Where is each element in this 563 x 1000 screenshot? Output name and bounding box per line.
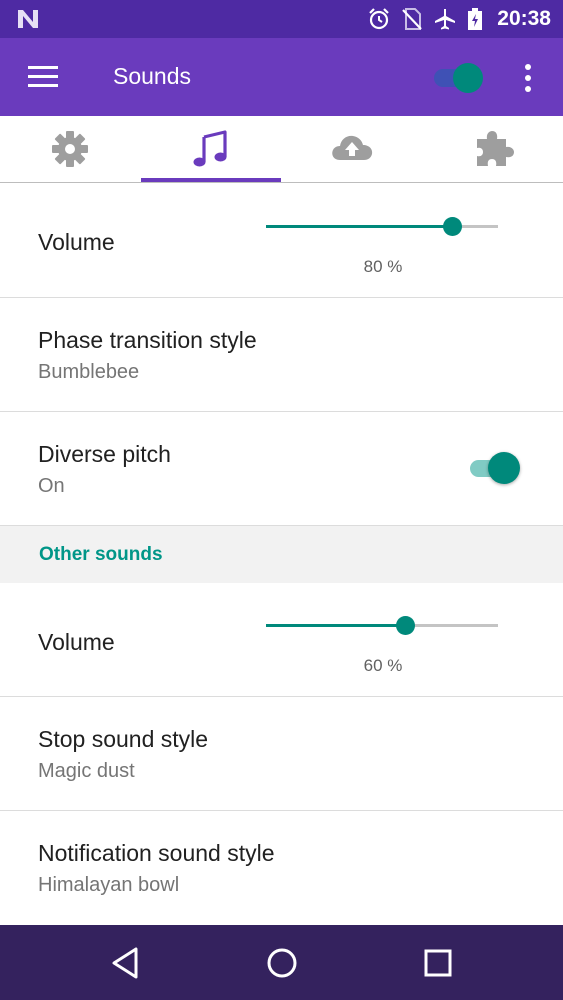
diverse-pitch-value: On bbox=[38, 475, 65, 497]
volume-setting-row: Volume 80 % bbox=[0, 183, 563, 298]
app-bar: Sounds bbox=[0, 38, 563, 116]
tab-selected-indicator bbox=[141, 178, 281, 182]
switch-thumb bbox=[488, 452, 520, 484]
other-volume-setting-row: Volume 60 % bbox=[0, 583, 563, 697]
phase-transition-row[interactable]: Phase transition style Bumblebee bbox=[0, 298, 563, 412]
back-icon[interactable] bbox=[106, 943, 146, 983]
master-sound-switch[interactable] bbox=[432, 58, 488, 98]
notification-sound-value: Himalayan bowl bbox=[38, 874, 180, 896]
status-bar: 20:38 bbox=[0, 0, 563, 38]
music-note-icon bbox=[193, 130, 227, 167]
diverse-pitch-switch[interactable] bbox=[470, 451, 522, 485]
slider-fill bbox=[266, 225, 452, 228]
other-volume-slider[interactable] bbox=[266, 614, 498, 638]
page-title: Sounds bbox=[113, 63, 192, 89]
recents-icon[interactable] bbox=[418, 943, 458, 983]
stop-sound-value: Magic dust bbox=[38, 760, 135, 782]
no-sim-icon bbox=[402, 8, 423, 30]
menu-icon[interactable] bbox=[26, 64, 60, 90]
notification-sound-title: Notification sound style bbox=[38, 840, 275, 866]
gear-icon bbox=[52, 131, 88, 167]
status-icons: 20:38 bbox=[367, 0, 551, 38]
tab-sounds[interactable] bbox=[141, 116, 281, 182]
diverse-pitch-title: Diverse pitch bbox=[38, 441, 171, 467]
volume-value: 80 % bbox=[363, 257, 403, 276]
section-header-label: Other sounds bbox=[39, 544, 163, 565]
puzzle-icon bbox=[477, 131, 514, 166]
other-volume-value: 60 % bbox=[363, 656, 403, 675]
cloud-upload-icon bbox=[332, 135, 373, 160]
tab-extensions[interactable] bbox=[423, 116, 563, 182]
volume-slider[interactable] bbox=[266, 215, 498, 239]
clock: 20:38 bbox=[497, 7, 551, 30]
other-sounds-header: Other sounds bbox=[0, 526, 563, 583]
phase-transition-value: Bumblebee bbox=[38, 361, 140, 383]
system-nav-bar bbox=[0, 925, 563, 1000]
diverse-pitch-row[interactable]: Diverse pitch On bbox=[0, 412, 563, 526]
battery-charging-icon bbox=[468, 8, 483, 30]
notification-sound-row[interactable]: Notification sound style Himalayan bowl bbox=[0, 811, 563, 925]
more-vert-icon[interactable] bbox=[520, 62, 536, 94]
home-icon[interactable] bbox=[262, 943, 302, 983]
stop-sound-row[interactable]: Stop sound style Magic dust bbox=[0, 697, 563, 811]
tab-bar bbox=[0, 116, 563, 184]
alarm-icon bbox=[369, 8, 390, 30]
tab-general[interactable] bbox=[0, 116, 140, 182]
volume-label: Volume bbox=[38, 229, 115, 255]
other-volume-label: Volume bbox=[38, 629, 115, 655]
airplane-mode-icon bbox=[435, 9, 456, 30]
phase-transition-title: Phase transition style bbox=[38, 327, 257, 353]
stop-sound-title: Stop sound style bbox=[38, 726, 209, 752]
slider-fill bbox=[266, 624, 406, 627]
slider-thumb[interactable] bbox=[442, 217, 462, 236]
tab-backup[interactable] bbox=[282, 116, 422, 182]
notification-n-icon bbox=[18, 10, 38, 28]
slider-thumb[interactable] bbox=[396, 616, 416, 635]
